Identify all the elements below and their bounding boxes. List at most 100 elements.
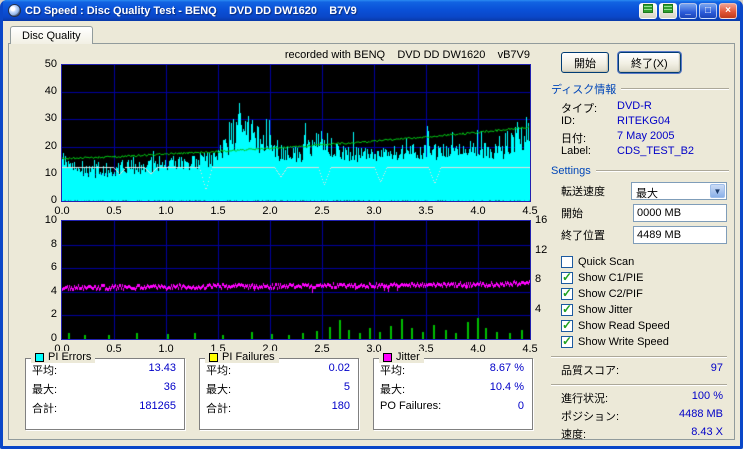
axis-tick-label: 4 — [50, 284, 57, 297]
transfer-speed-select[interactable]: 最大 ▼ — [631, 181, 727, 200]
progress-row: 進行状況: 100 % — [561, 390, 723, 405]
axis-tick-label: 10 — [44, 166, 57, 179]
checkbox-box-icon[interactable] — [561, 286, 573, 300]
start-position-label: 開始 — [561, 207, 583, 220]
jitter-swatch-icon — [383, 352, 392, 362]
pi-errors-chart-canvas — [61, 64, 531, 202]
checkbox-show-c1-pie[interactable]: Show C1/PIE — [561, 270, 731, 286]
checkbox-label: Show C1/PIE — [578, 272, 644, 284]
stat-label: 平均: — [380, 365, 406, 377]
stat-value: 180 — [331, 400, 350, 412]
checkbox-box-icon[interactable] — [561, 270, 573, 284]
speed-row: 速度: 8.43 X — [561, 426, 723, 441]
end-position-row: 終了位置 — [561, 224, 727, 245]
stat-value: 0 — [517, 400, 524, 412]
checkbox-box-icon[interactable] — [561, 334, 573, 348]
close-button[interactable]: × — [719, 2, 737, 19]
settings-header: Settings — [551, 165, 729, 177]
pi-errors-legend: PI Errors — [31, 351, 96, 363]
stat-label: 合計: — [206, 403, 232, 415]
pi-errors-summary-box: PI Errors 平均: 13.43 最大: 36 合計: 181265 — [25, 351, 185, 430]
quality-score-row: 品質スコア: 97 — [561, 362, 723, 377]
tab-disc-quality[interactable]: Disc Quality — [10, 26, 93, 44]
pi-failures-summary-box: PI Failures 平均: 0.02 最大: 5 合計: 180 — [199, 351, 359, 430]
axis-tick-label: 4.0 — [470, 205, 486, 217]
start-button[interactable]: 開始 — [561, 52, 609, 73]
stat-value: 36 — [163, 381, 176, 393]
divider — [551, 356, 727, 358]
axis-tick-label: 6 — [50, 261, 57, 274]
checkbox-label: Show Jitter — [578, 304, 633, 316]
start-position-input[interactable] — [633, 203, 727, 222]
checkbox-show-read-speed[interactable]: Show Read Speed — [561, 318, 731, 334]
stat-label: 最大: — [32, 384, 58, 396]
jitter-legend: Jitter — [379, 351, 424, 363]
transfer-speed-label: 転送速度 — [561, 185, 605, 198]
save-graph-button[interactable] — [659, 2, 677, 19]
axis-tick-label: 2.5 — [314, 205, 330, 217]
stat-value: 5 — [343, 381, 350, 393]
transfer-speed-row: 転送速度 最大 ▼ — [561, 180, 727, 201]
checkbox-show-c2-pif[interactable]: Show C2/PIF — [561, 286, 731, 302]
checkbox-label: Show C2/PIF — [578, 288, 643, 300]
stat-label: PO Failures: — [380, 400, 442, 412]
pi-errors-legend-label: PI Errors — [48, 351, 92, 363]
chevron-down-icon[interactable]: ▼ — [710, 183, 725, 198]
axis-tick-label: 30 — [44, 112, 57, 125]
green-chart-icon — [663, 3, 673, 13]
jitter-summary-box: Jitter 平均: 8.67 % 最大: 10.4 % PO Failures: 0 — [373, 351, 533, 430]
checkbox-show-write-speed[interactable]: Show Write Speed — [561, 334, 731, 350]
jitter-chart-canvas — [61, 220, 531, 340]
checkbox-quick-scan[interactable]: Quick Scan — [561, 254, 731, 270]
divider — [551, 384, 727, 386]
disc-date-row: 日付: 7 May 2005 — [561, 130, 675, 145]
client-area: Disc Quality recorded with BENQ DVD DD D… — [3, 21, 740, 446]
stat-label: 最大: — [206, 384, 232, 396]
stat-value: 10.4 % — [489, 381, 524, 393]
checkbox-box-icon[interactable] — [561, 318, 573, 332]
start-position-row: 開始 — [561, 202, 727, 223]
axis-tick-label: 40 — [44, 85, 57, 98]
app-window: CD Speed : Disc Quality Test - BENQ DVD … — [0, 0, 743, 449]
pi-failures-legend: PI Failures — [205, 351, 279, 363]
axis-tick-label: 20 — [44, 139, 57, 152]
exit-button[interactable]: 終了(X) — [618, 52, 681, 73]
minimize-button[interactable]: _ — [679, 2, 697, 19]
stat-label: 平均: — [206, 365, 232, 377]
app-icon — [8, 4, 21, 17]
control-panel: 開始 終了(X) ディスク情報 タイプ: DVD-R ID: RITEKG04 日付… — [545, 46, 731, 441]
checkbox-box-icon[interactable] — [561, 256, 573, 268]
transfer-speed-value: 最大 — [636, 187, 658, 200]
checkbox-box-icon[interactable] — [561, 302, 573, 316]
jitter-legend-label: Jitter — [396, 351, 420, 363]
checkbox-label: Show Read Speed — [578, 320, 670, 332]
checkbox-label: Show Write Speed — [578, 336, 669, 348]
green-chart-icon — [643, 3, 653, 13]
axis-tick-label: 2 — [50, 308, 57, 321]
axis-tick-label: 8 — [50, 237, 57, 250]
stat-label: 平均: — [32, 365, 58, 377]
disc-label-row: Label: CDS_TEST_B2 — [561, 145, 695, 157]
chart-header: recorded with BENQ DVD DD DW1620 vB7V9 — [284, 49, 530, 61]
end-position-input[interactable] — [633, 225, 727, 244]
disc-quality-page: recorded with BENQ DVD DD DW1620 vB7V9 5… — [8, 43, 735, 441]
copy-graph-button[interactable] — [639, 2, 657, 19]
stat-label: 合計: — [32, 403, 58, 415]
axis-tick-label: 2.0 — [262, 205, 278, 217]
checkbox-show-jitter[interactable]: Show Jitter — [561, 302, 731, 318]
axis-tick-label: 2.5 — [314, 343, 330, 355]
titlebar[interactable]: CD Speed : Disc Quality Test - BENQ DVD … — [3, 0, 740, 21]
axis-tick-label: 3.5 — [418, 205, 434, 217]
axis-tick-label: 1.5 — [210, 205, 226, 217]
axis-tick-label: 0.5 — [106, 343, 122, 355]
pi-failures-legend-label: PI Failures — [222, 351, 275, 363]
axis-tick-label: 0.5 — [106, 205, 122, 217]
axis-tick-label: 4.5 — [522, 343, 538, 355]
disc-type-row: タイプ: DVD-R — [561, 100, 652, 115]
end-position-label: 終了位置 — [561, 229, 605, 242]
disc-id-row: ID: RITEKG04 — [561, 115, 671, 127]
pi-failures-swatch-icon — [209, 352, 218, 362]
window-title: CD Speed : Disc Quality Test - BENQ DVD … — [25, 4, 357, 17]
stat-value: 0.02 — [328, 362, 350, 374]
maximize-button[interactable]: □ — [699, 2, 717, 19]
